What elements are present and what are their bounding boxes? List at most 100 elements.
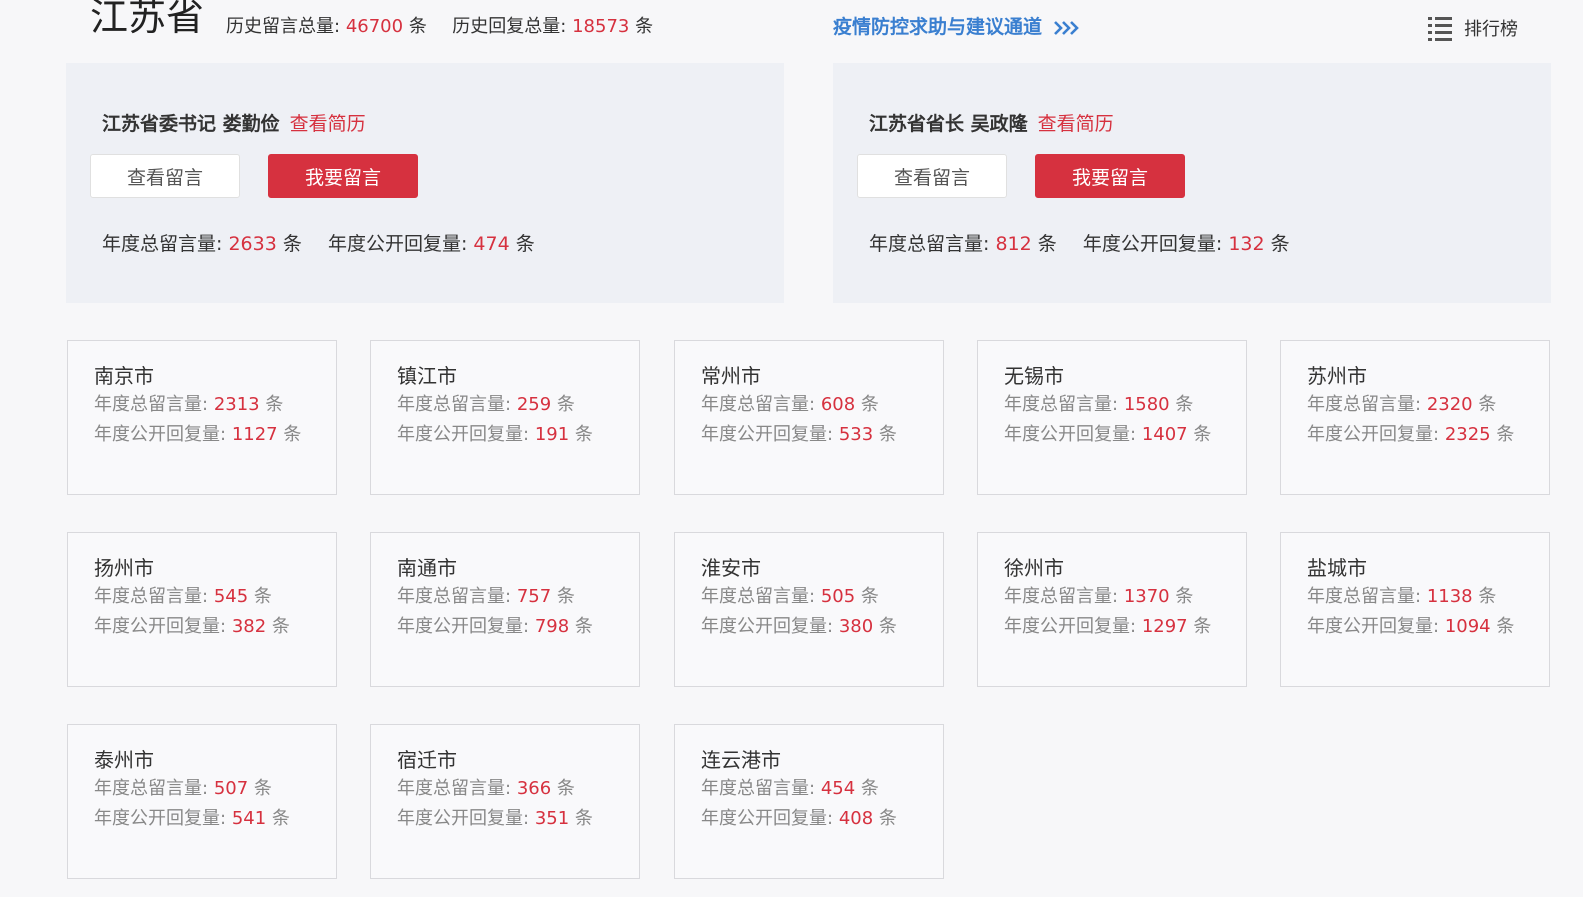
city-total-value: 259	[516, 394, 552, 415]
reply-unit: 条	[1270, 233, 1290, 255]
city-reply-line: 年度公开回复量: 351 条	[397, 808, 593, 829]
total-unit: 条	[282, 233, 302, 255]
city-card[interactable]: 徐州市 年度总留言量: 1370 条 年度公开回复量: 1297 条	[977, 532, 1247, 687]
total-label: 年度总留言量:	[102, 233, 223, 255]
city-total-value: 454	[820, 778, 856, 799]
province-title: 江苏省	[90, 0, 205, 39]
city-reply-value: 541	[231, 808, 267, 829]
city-reply-value: 1407	[1141, 424, 1188, 445]
reply-value: 132	[1228, 233, 1265, 255]
city-name: 泰州市	[94, 748, 154, 772]
city-reply-line: 年度公开回复量: 1407 条	[1004, 424, 1212, 445]
epidemic-help-label: 疫情防控求助与建议通道	[833, 16, 1043, 38]
city-total-line: 年度总留言量: 757 条	[397, 586, 575, 607]
post-message-button[interactable]: 我要留言	[1035, 154, 1185, 198]
city-name: 无锡市	[1004, 364, 1064, 388]
city-total-line: 年度总留言量: 507 条	[94, 778, 272, 799]
city-reply-line: 年度公开回复量: 380 条	[701, 616, 897, 637]
double-chevron-right-icon	[1053, 21, 1079, 35]
city-reply-line: 年度公开回复量: 541 条	[94, 808, 290, 829]
city-total-line: 年度总留言量: 1580 条	[1004, 394, 1194, 415]
city-reply-value: 408	[838, 808, 874, 829]
city-reply-value: 1094	[1444, 616, 1491, 637]
city-card[interactable]: 盐城市 年度总留言量: 1138 条 年度公开回复量: 1094 条	[1280, 532, 1550, 687]
ranking-label: 排行榜	[1464, 19, 1518, 40]
view-resume-link[interactable]: 查看简历	[1038, 113, 1114, 135]
city-name: 常州市	[701, 364, 761, 388]
city-name: 镇江市	[397, 364, 457, 388]
leader-title: 江苏省省长 吴政隆	[869, 113, 1028, 135]
city-total-value: 507	[213, 778, 249, 799]
view-messages-button[interactable]: 查看留言	[90, 154, 240, 198]
city-total-line: 年度总留言量: 608 条	[701, 394, 879, 415]
city-total-line: 年度总留言量: 259 条	[397, 394, 575, 415]
header: 江苏省 历史留言总量: 46700 条 历史回复总量: 18573 条 疫情防控…	[0, 0, 1583, 60]
city-card[interactable]: 苏州市 年度总留言量: 2320 条 年度公开回复量: 2325 条	[1280, 340, 1550, 495]
city-reply-line: 年度公开回复量: 382 条	[94, 616, 290, 637]
city-card[interactable]: 扬州市 年度总留言量: 545 条 年度公开回复量: 382 条	[67, 532, 337, 687]
total-value: 812	[995, 233, 1032, 255]
city-reply-line: 年度公开回复量: 533 条	[701, 424, 897, 445]
view-messages-button[interactable]: 查看留言	[857, 154, 1007, 198]
city-reply-value: 382	[231, 616, 267, 637]
reply-unit: 条	[515, 233, 535, 255]
leader-stats: 年度总留言量: 2633 条 年度公开回复量: 474 条	[102, 231, 535, 257]
city-reply-line: 年度公开回复量: 1094 条	[1307, 616, 1515, 637]
city-card[interactable]: 连云港市 年度总留言量: 454 条 年度公开回复量: 408 条	[674, 724, 944, 879]
city-card[interactable]: 无锡市 年度总留言量: 1580 条 年度公开回复量: 1407 条	[977, 340, 1247, 495]
epidemic-help-link[interactable]: 疫情防控求助与建议通道	[833, 13, 1079, 41]
city-total-line: 年度总留言量: 2320 条	[1307, 394, 1497, 415]
leader-panel-governor: 江苏省省长 吴政隆 查看简历 查看留言 我要留言 年度总留言量: 812 条 年度…	[833, 63, 1551, 303]
reply-label: 年度公开回复量:	[327, 233, 468, 255]
city-reply-value: 380	[838, 616, 874, 637]
city-total-value: 505	[820, 586, 856, 607]
city-total-line: 年度总留言量: 2313 条	[94, 394, 284, 415]
reply-label: 年度公开回复量:	[1082, 233, 1223, 255]
ranking-button[interactable]: 排行榜	[1426, 14, 1518, 42]
city-reply-value: 351	[534, 808, 570, 829]
city-name: 徐州市	[1004, 556, 1064, 580]
history-stats: 历史留言总量: 46700 条 历史回复总量: 18573 条	[226, 14, 653, 40]
list-icon	[1428, 17, 1452, 41]
city-card[interactable]: 常州市 年度总留言量: 608 条 年度公开回复量: 533 条	[674, 340, 944, 495]
city-total-value: 545	[213, 586, 249, 607]
city-reply-value: 1127	[231, 424, 278, 445]
city-reply-value: 533	[838, 424, 874, 445]
city-reply-value: 1297	[1141, 616, 1188, 637]
city-total-value: 1370	[1123, 586, 1170, 607]
city-name: 南通市	[397, 556, 457, 580]
city-card[interactable]: 淮安市 年度总留言量: 505 条 年度公开回复量: 380 条	[674, 532, 944, 687]
history-reply-label: 历史回复总量:	[452, 16, 567, 37]
history-total-label: 历史留言总量:	[226, 16, 341, 37]
post-message-button[interactable]: 我要留言	[268, 154, 418, 198]
city-total-value: 366	[516, 778, 552, 799]
city-name: 苏州市	[1307, 364, 1367, 388]
city-name: 宿迁市	[397, 748, 457, 772]
history-reply-unit: 条	[635, 16, 654, 37]
city-reply-line: 年度公开回复量: 2325 条	[1307, 424, 1515, 445]
city-total-line: 年度总留言量: 545 条	[94, 586, 272, 607]
city-name: 盐城市	[1307, 556, 1367, 580]
city-reply-value: 2325	[1444, 424, 1491, 445]
leader-panel-secretary: 江苏省委书记 娄勤俭 查看简历 查看留言 我要留言 年度总留言量: 2633 条 …	[66, 63, 784, 303]
city-total-value: 757	[516, 586, 552, 607]
total-unit: 条	[1037, 233, 1057, 255]
city-name: 南京市	[94, 364, 154, 388]
city-reply-line: 年度公开回复量: 1127 条	[94, 424, 302, 445]
city-reply-line: 年度公开回复量: 191 条	[397, 424, 593, 445]
city-card[interactable]: 宿迁市 年度总留言量: 366 条 年度公开回复量: 351 条	[370, 724, 640, 879]
view-resume-link[interactable]: 查看简历	[290, 113, 366, 135]
city-card[interactable]: 镇江市 年度总留言量: 259 条 年度公开回复量: 191 条	[370, 340, 640, 495]
city-total-line: 年度总留言量: 1370 条	[1004, 586, 1194, 607]
leader-stats: 年度总留言量: 812 条 年度公开回复量: 132 条	[869, 231, 1290, 257]
city-total-line: 年度总留言量: 1138 条	[1307, 586, 1497, 607]
history-total-value: 46700	[345, 16, 404, 37]
city-card[interactable]: 南京市 年度总留言量: 2313 条 年度公开回复量: 1127 条	[67, 340, 337, 495]
city-total-value: 2313	[213, 394, 260, 415]
city-card[interactable]: 泰州市 年度总留言量: 507 条 年度公开回复量: 541 条	[67, 724, 337, 879]
city-reply-line: 年度公开回复量: 408 条	[701, 808, 897, 829]
history-total-unit: 条	[408, 16, 427, 37]
city-card[interactable]: 南通市 年度总留言量: 757 条 年度公开回复量: 798 条	[370, 532, 640, 687]
city-name: 扬州市	[94, 556, 154, 580]
city-reply-value: 798	[534, 616, 570, 637]
